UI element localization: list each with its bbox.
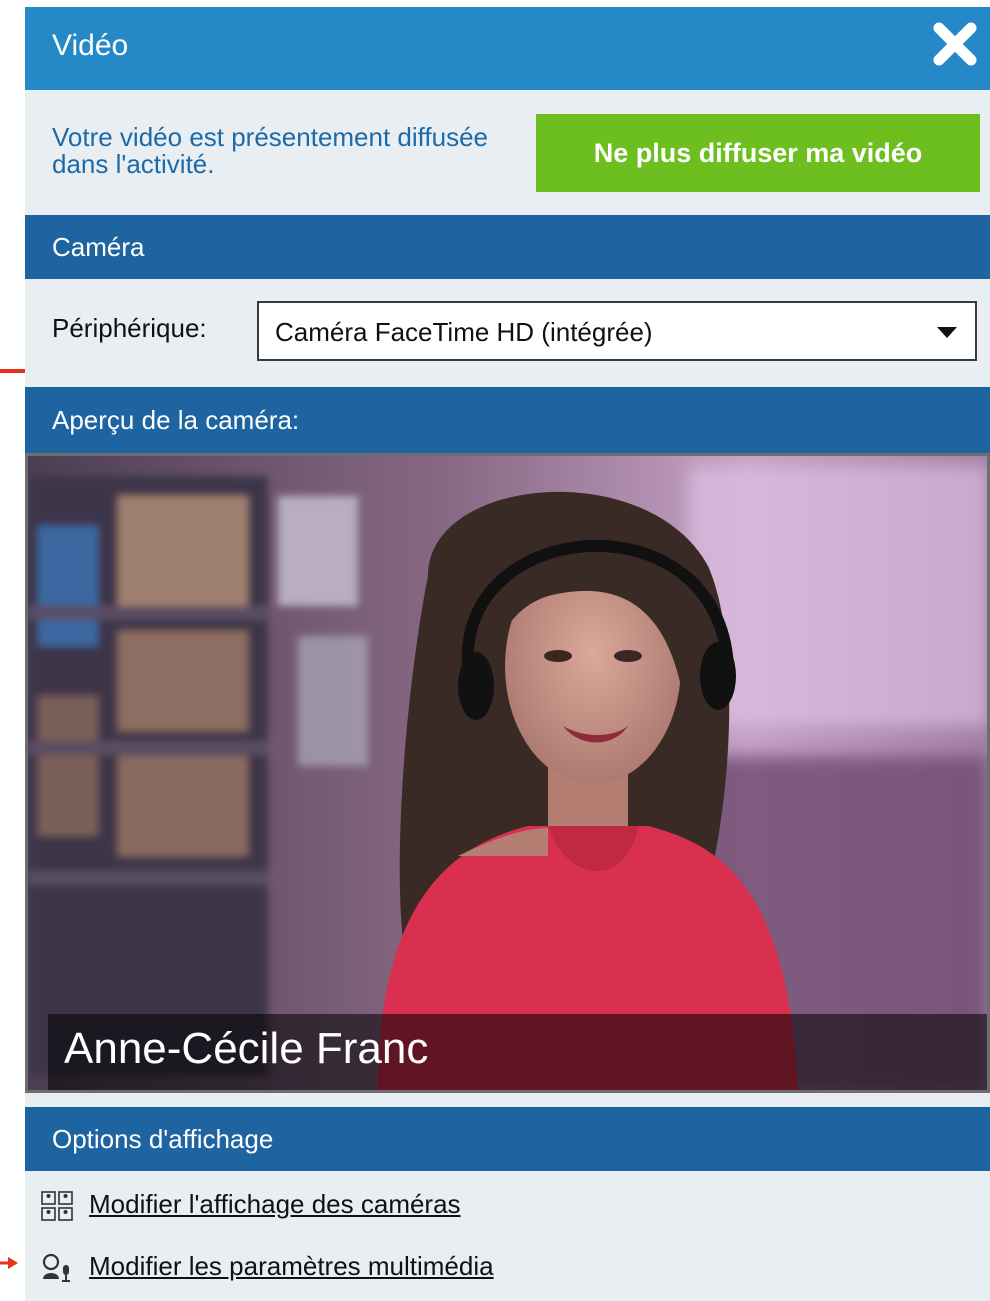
- device-select-value: Caméra FaceTime HD (intégrée): [275, 317, 653, 347]
- window-title: Vidéo: [52, 29, 129, 62]
- broadcast-status-row: Votre vidéo est présentement diffusée da…: [25, 90, 990, 215]
- camera-preview: Anne-Cécile Franc: [25, 453, 990, 1093]
- camera-section-header: Caméra: [25, 215, 990, 279]
- display-options-header: Options d'affichage: [25, 1107, 990, 1171]
- title-bar: Vidéo: [25, 7, 990, 90]
- participant-name: Anne-Cécile Franc: [64, 1024, 429, 1073]
- participant-name-overlay: Anne-Cécile Franc: [48, 1014, 987, 1090]
- device-row: Périphérique: Caméra FaceTime HD (intégr…: [25, 279, 990, 387]
- device-label: Périphérique:: [52, 313, 207, 343]
- stop-broadcast-button[interactable]: Ne plus diffuser ma vidéo: [536, 114, 980, 192]
- annotation-arrow-multimedia: [0, 1257, 18, 1269]
- preview-section-title: Aperçu de la caméra:: [52, 405, 300, 435]
- preview-section-header: Aperçu de la caméra:: [25, 387, 990, 453]
- modify-multimedia-settings-label: Modifier les paramètres multimédia: [89, 1251, 494, 1281]
- user-mic-icon: [42, 1253, 70, 1282]
- camera-preview-image: [28, 456, 987, 1090]
- camera-section-title: Caméra: [52, 232, 145, 262]
- display-options-links: Modifier l'affichage des caméras Modifie…: [25, 1171, 990, 1301]
- chevron-down-icon: [937, 327, 957, 338]
- video-panel: Vidéo Votre vidéo est présentement diffu…: [25, 7, 990, 1301]
- broadcast-message: Votre vidéo est présentement diffusée da…: [52, 122, 489, 179]
- display-options-title: Options d'affichage: [52, 1124, 274, 1154]
- camera-grid-icon: [41, 1191, 73, 1221]
- close-icon: [933, 22, 977, 66]
- stage: Vidéo Votre vidéo est présentement diffu…: [0, 0, 990, 1301]
- modify-camera-layout-label: Modifier l'affichage des caméras: [89, 1189, 461, 1219]
- device-select[interactable]: Caméra FaceTime HD (intégrée): [257, 301, 977, 361]
- close-button[interactable]: [930, 19, 980, 69]
